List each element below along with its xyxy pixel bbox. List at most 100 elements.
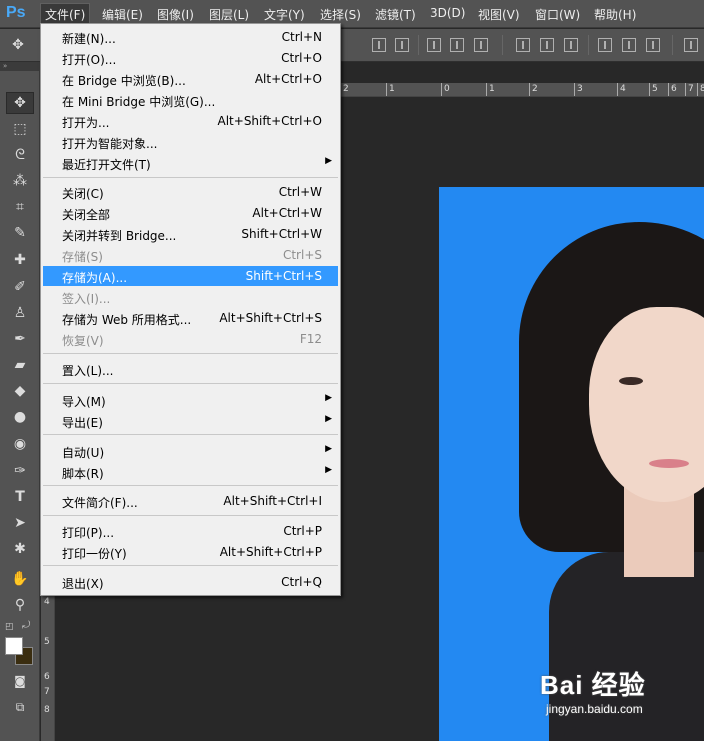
separator	[418, 35, 419, 55]
auto-align-icon[interactable]	[684, 38, 698, 52]
swap-colors-icon[interactable]: ⤾	[22, 620, 30, 631]
hand-tool-icon[interactable]: ✋	[6, 568, 34, 590]
menu-window[interactable]: 窗口(W)	[535, 6, 580, 23]
menu-item-open-smart-object[interactable]: 打开为智能对象...	[43, 132, 338, 152]
ruler-tick	[574, 83, 575, 96]
marquee-tool-icon[interactable]: ⬚	[6, 118, 34, 140]
menu-type[interactable]: 文字(Y)	[264, 6, 305, 23]
submenu-arrow-icon: ▶	[325, 414, 332, 424]
ruler-label: 7	[44, 687, 50, 697]
ruler-label: 5	[652, 84, 658, 94]
screen-mode-icon[interactable]: ⧉	[6, 696, 34, 718]
lasso-tool-icon[interactable]: ᘓ	[6, 144, 34, 166]
align-vcenter-icon[interactable]	[395, 38, 409, 52]
shape-tool-icon[interactable]: ✱	[6, 538, 34, 560]
ruler-tick	[486, 83, 487, 96]
submenu-arrow-icon: ▶	[325, 156, 332, 166]
distribute-left-icon[interactable]	[598, 38, 612, 52]
ruler-label: 3	[577, 84, 583, 94]
menu-view[interactable]: 视图(V)	[478, 6, 520, 23]
ruler-label: 0	[444, 84, 450, 94]
history-brush-tool-icon[interactable]: ✒	[6, 328, 34, 350]
ruler-label: 8	[700, 84, 704, 94]
menu-item-file-info[interactable]: 文件简介(F)... Alt+Shift+Ctrl+I	[43, 491, 338, 511]
menu-image[interactable]: 图像(I)	[157, 6, 194, 23]
menu-item-import[interactable]: 导入(M) ▶	[43, 390, 338, 410]
distribute-top-icon[interactable]	[516, 38, 530, 52]
watermark-url: jingyan.baidu.com	[546, 702, 643, 716]
menu-item-save-as[interactable]: 存储为(A)... Shift+Ctrl+S	[43, 266, 338, 286]
menu-item-close-all[interactable]: 关闭全部 Alt+Ctrl+W	[43, 203, 338, 223]
crop-tool-icon[interactable]: ⌗	[6, 196, 34, 218]
align-hcenter-icon[interactable]	[450, 38, 464, 52]
distribute-right-icon[interactable]	[646, 38, 660, 52]
menu-item-close[interactable]: 关闭(C) Ctrl+W	[43, 182, 338, 202]
dodge-tool-icon[interactable]: ◉	[6, 433, 34, 455]
ruler-label: 1	[489, 84, 495, 94]
submenu-arrow-icon: ▶	[325, 465, 332, 475]
brush-tool-icon[interactable]: ✐	[6, 276, 34, 298]
zoom-tool-icon[interactable]: ⚲	[6, 594, 34, 616]
ruler-label: 2	[343, 84, 349, 94]
type-tool-icon[interactable]: T	[6, 486, 34, 508]
menu-item-save: 存储(S) Ctrl+S	[62, 248, 322, 264]
align-left-icon[interactable]	[427, 38, 441, 52]
foreground-color-swatch[interactable]	[5, 637, 23, 655]
menu-separator	[43, 565, 338, 566]
panel-collapse-icon[interactable]: »	[0, 62, 39, 71]
menu-item-print[interactable]: 打印(P)... Ctrl+P	[43, 521, 338, 541]
menu-edit[interactable]: 编辑(E)	[102, 6, 143, 23]
eye	[619, 377, 643, 385]
ruler-tick	[386, 83, 387, 96]
pen-tool-icon[interactable]: ✑	[6, 460, 34, 482]
distribute-vcenter-icon[interactable]	[540, 38, 554, 52]
menu-help[interactable]: 帮助(H)	[594, 6, 636, 23]
menu-item-browse-bridge[interactable]: 在 Bridge 中浏览(B)... Alt+Ctrl+O	[43, 69, 338, 89]
menu-item-open-as[interactable]: 打开为... Alt+Shift+Ctrl+O	[43, 111, 338, 131]
ruler-tick	[685, 83, 686, 96]
magic-wand-tool-icon[interactable]: ⁂	[6, 170, 34, 192]
ruler-label: 6	[44, 672, 50, 682]
portrait-photo[interactable]	[439, 187, 704, 741]
healing-brush-tool-icon[interactable]: ✚	[6, 249, 34, 271]
distribute-hcenter-icon[interactable]	[622, 38, 636, 52]
menu-layer[interactable]: 图层(L)	[209, 6, 249, 23]
menu-item-revert: 恢复(V) F12	[62, 332, 322, 348]
default-colors-icon[interactable]: ◰	[5, 622, 14, 632]
move-tool-icon[interactable]: ✥	[6, 92, 34, 114]
clone-stamp-tool-icon[interactable]: ♙	[6, 302, 34, 324]
align-top-icon[interactable]	[372, 38, 386, 52]
paint-bucket-tool-icon[interactable]: ◆	[6, 380, 34, 402]
menu-separator	[43, 485, 338, 486]
menu-item-exit[interactable]: 退出(X) Ctrl+Q	[43, 572, 338, 592]
ruler-label: 8	[44, 705, 50, 715]
menu-item-new[interactable]: 新建(N)... Ctrl+N	[43, 27, 338, 47]
menu-separator	[43, 515, 338, 516]
move-options-icon[interactable]: ✥	[4, 34, 32, 56]
menu-item-scripts[interactable]: 脚本(R) ▶	[43, 462, 338, 482]
menu-item-recent-files[interactable]: 最近打开文件(T) ▶	[43, 153, 338, 173]
eyedropper-tool-icon[interactable]: ✎	[6, 222, 34, 244]
path-selection-tool-icon[interactable]: ➤	[6, 512, 34, 534]
eraser-tool-icon[interactable]: ▰	[6, 354, 34, 376]
menu-item-place[interactable]: 置入(L)...	[43, 359, 338, 379]
ruler-label: 1	[389, 84, 395, 94]
menu-3d[interactable]: 3D(D)	[430, 6, 465, 20]
menu-item-browse-mini-bridge[interactable]: 在 Mini Bridge 中浏览(G)...	[43, 90, 338, 110]
menu-item-save-for-web[interactable]: 存储为 Web 所用格式... Alt+Shift+Ctrl+S	[43, 308, 338, 328]
menu-item-close-go-bridge[interactable]: 关闭并转到 Bridge... Shift+Ctrl+W	[43, 224, 338, 244]
distribute-bottom-icon[interactable]	[564, 38, 578, 52]
blur-tool-icon[interactable]: ●	[6, 406, 34, 428]
quick-mask-icon[interactable]: ◙	[6, 670, 34, 692]
menu-item-open[interactable]: 打开(O)... Ctrl+O	[43, 48, 338, 68]
align-right-icon[interactable]	[474, 38, 488, 52]
menu-separator	[43, 177, 338, 178]
menu-separator	[43, 383, 338, 384]
ruler-label: 5	[44, 637, 50, 647]
menu-item-print-one-copy[interactable]: 打印一份(Y) Alt+Shift+Ctrl+P	[43, 542, 338, 562]
menu-item-export[interactable]: 导出(E) ▶	[43, 411, 338, 431]
menu-select[interactable]: 选择(S)	[320, 6, 361, 23]
menu-item-automate[interactable]: 自动(U) ▶	[43, 441, 338, 461]
ruler-label: 4	[620, 84, 626, 94]
menu-filter[interactable]: 滤镜(T)	[375, 6, 416, 23]
